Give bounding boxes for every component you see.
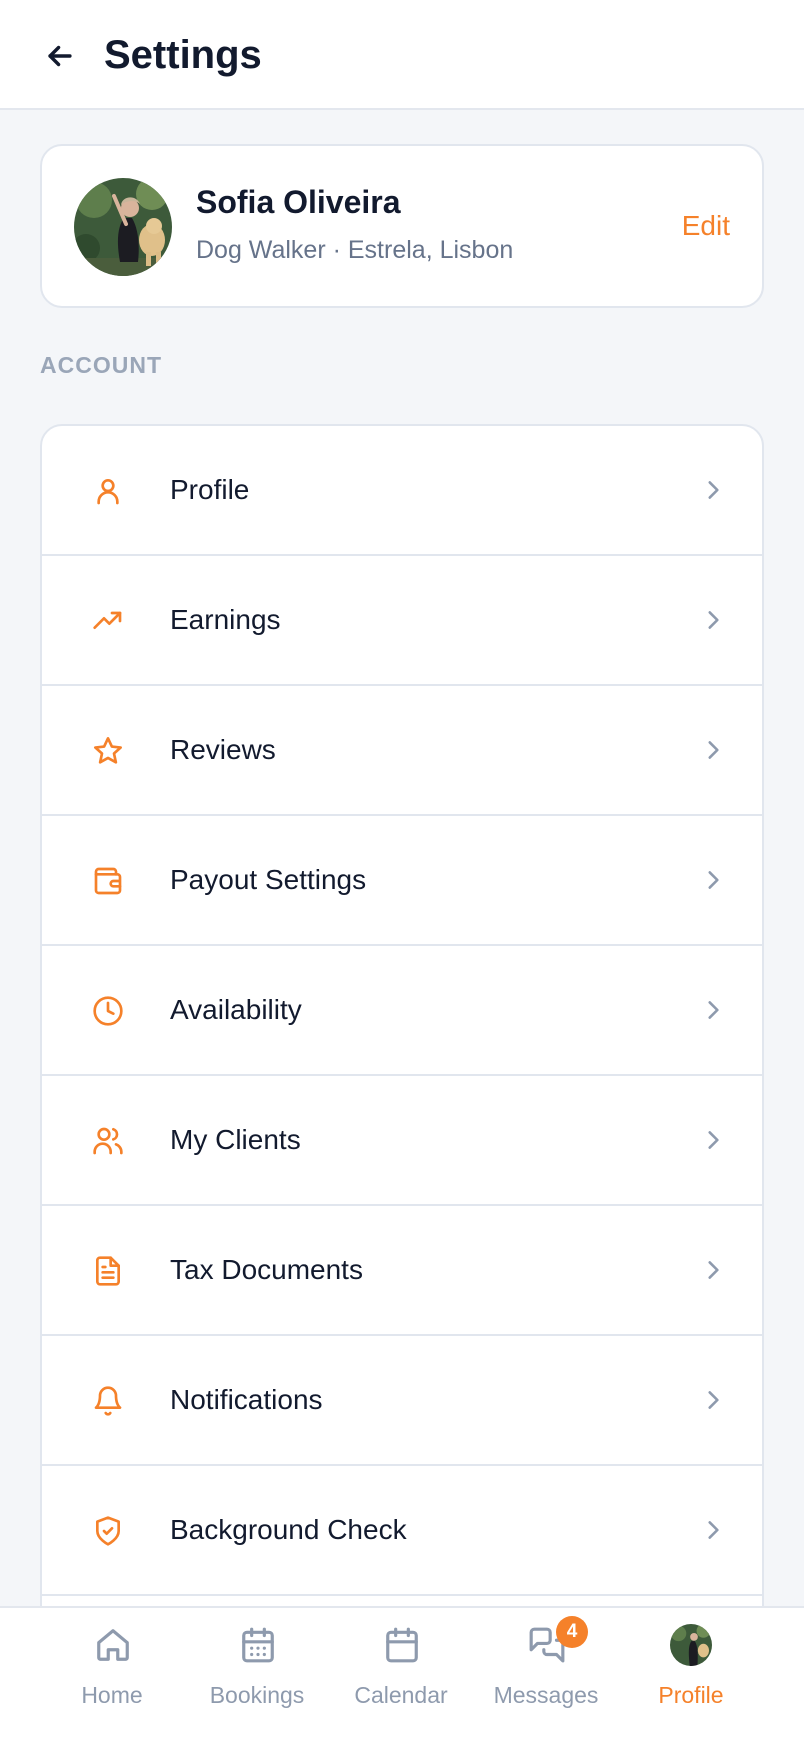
bookings-calendar-icon: [242, 1627, 274, 1663]
menu-item-label: Tax Documents: [170, 1254, 363, 1285]
star-icon: [94, 737, 122, 764]
tab-messages[interactable]: 4 Messages: [474, 1608, 618, 1748]
menu-item-notifications[interactable]: Notifications: [42, 1336, 762, 1466]
tab-label: Calendar: [354, 1682, 448, 1708]
app-header: Settings: [0, 0, 804, 110]
menu-item-availability[interactable]: Availability: [42, 946, 762, 1076]
edit-profile-button[interactable]: Edit: [682, 208, 730, 244]
tab-home[interactable]: Home: [40, 1608, 184, 1748]
menu-item-label: Profile: [170, 474, 250, 505]
menu-item-reviews[interactable]: Reviews: [42, 686, 762, 816]
tab-label: Home: [81, 1682, 143, 1708]
shield-check-icon: [96, 1516, 120, 1546]
bell-icon: [94, 1386, 122, 1416]
user-icon: [97, 479, 119, 505]
tab-label: Messages: [493, 1682, 599, 1708]
tab-calendar[interactable]: Calendar: [329, 1608, 473, 1748]
avatar: [670, 1624, 712, 1666]
arrow-left-icon: [48, 45, 72, 67]
menu-item-earnings[interactable]: Earnings: [42, 556, 762, 686]
user-name: Sofia Oliveira: [196, 184, 401, 220]
menu-item-profile[interactable]: Profile: [42, 426, 762, 556]
calendar-icon: [386, 1627, 418, 1663]
menu-item-label: Payout Settings: [170, 864, 367, 895]
menu-item-label: Availability: [170, 994, 302, 1025]
chevron-right-icon: [708, 481, 719, 499]
tab-profile[interactable]: Profile: [619, 1608, 763, 1748]
back-button[interactable]: [36, 32, 84, 80]
chevron-right-icon: [708, 1391, 719, 1409]
menu-item-my-clients[interactable]: My Clients: [42, 1076, 762, 1206]
chevron-right-icon: [708, 1261, 719, 1279]
tab-label: Profile: [658, 1682, 724, 1708]
chevron-right-icon: [708, 1001, 719, 1019]
avatar: [74, 178, 172, 276]
document-icon: [96, 1256, 120, 1286]
unread-badge: 4: [556, 1616, 588, 1648]
trending-up-icon: [93, 611, 122, 629]
tab-bookings[interactable]: Bookings: [185, 1608, 329, 1748]
wallet-icon: [94, 867, 122, 895]
menu-item-tax-documents[interactable]: Tax Documents: [42, 1206, 762, 1336]
home-icon: [97, 1629, 129, 1661]
menu-item-payout-settings[interactable]: Payout Settings: [42, 816, 762, 946]
clock-icon: [93, 996, 123, 1026]
tab-label: Bookings: [209, 1682, 305, 1708]
chevron-right-icon: [708, 871, 719, 889]
menu-item-label: Notifications: [170, 1384, 323, 1415]
menu-item-background-check[interactable]: Background Check: [42, 1466, 762, 1596]
chevron-right-icon: [708, 1521, 719, 1539]
user-role-location: Dog Walker · Estrela, Lisbon: [196, 236, 514, 264]
users-icon: [93, 1127, 123, 1155]
menu-item-label: My Clients: [170, 1124, 301, 1155]
menu-item-label: Earnings: [170, 604, 281, 635]
chevron-right-icon: [708, 611, 719, 629]
menu-item-label: Background Check: [170, 1514, 407, 1545]
bottom-tab-bar: Home Bookings Calendar 4 Messages Profil…: [0, 1606, 804, 1748]
menu-item-label: Reviews: [170, 734, 276, 765]
chevron-right-icon: [708, 1131, 719, 1149]
section-title-account: ACCOUNT: [40, 352, 162, 378]
chevron-right-icon: [708, 741, 719, 759]
profile-card[interactable]: Sofia Oliveira Dog Walker · Estrela, Lis…: [40, 144, 764, 308]
account-menu: Profile Earnings Reviews Payout Settings…: [40, 424, 764, 1624]
page-title: Settings: [104, 33, 262, 77]
